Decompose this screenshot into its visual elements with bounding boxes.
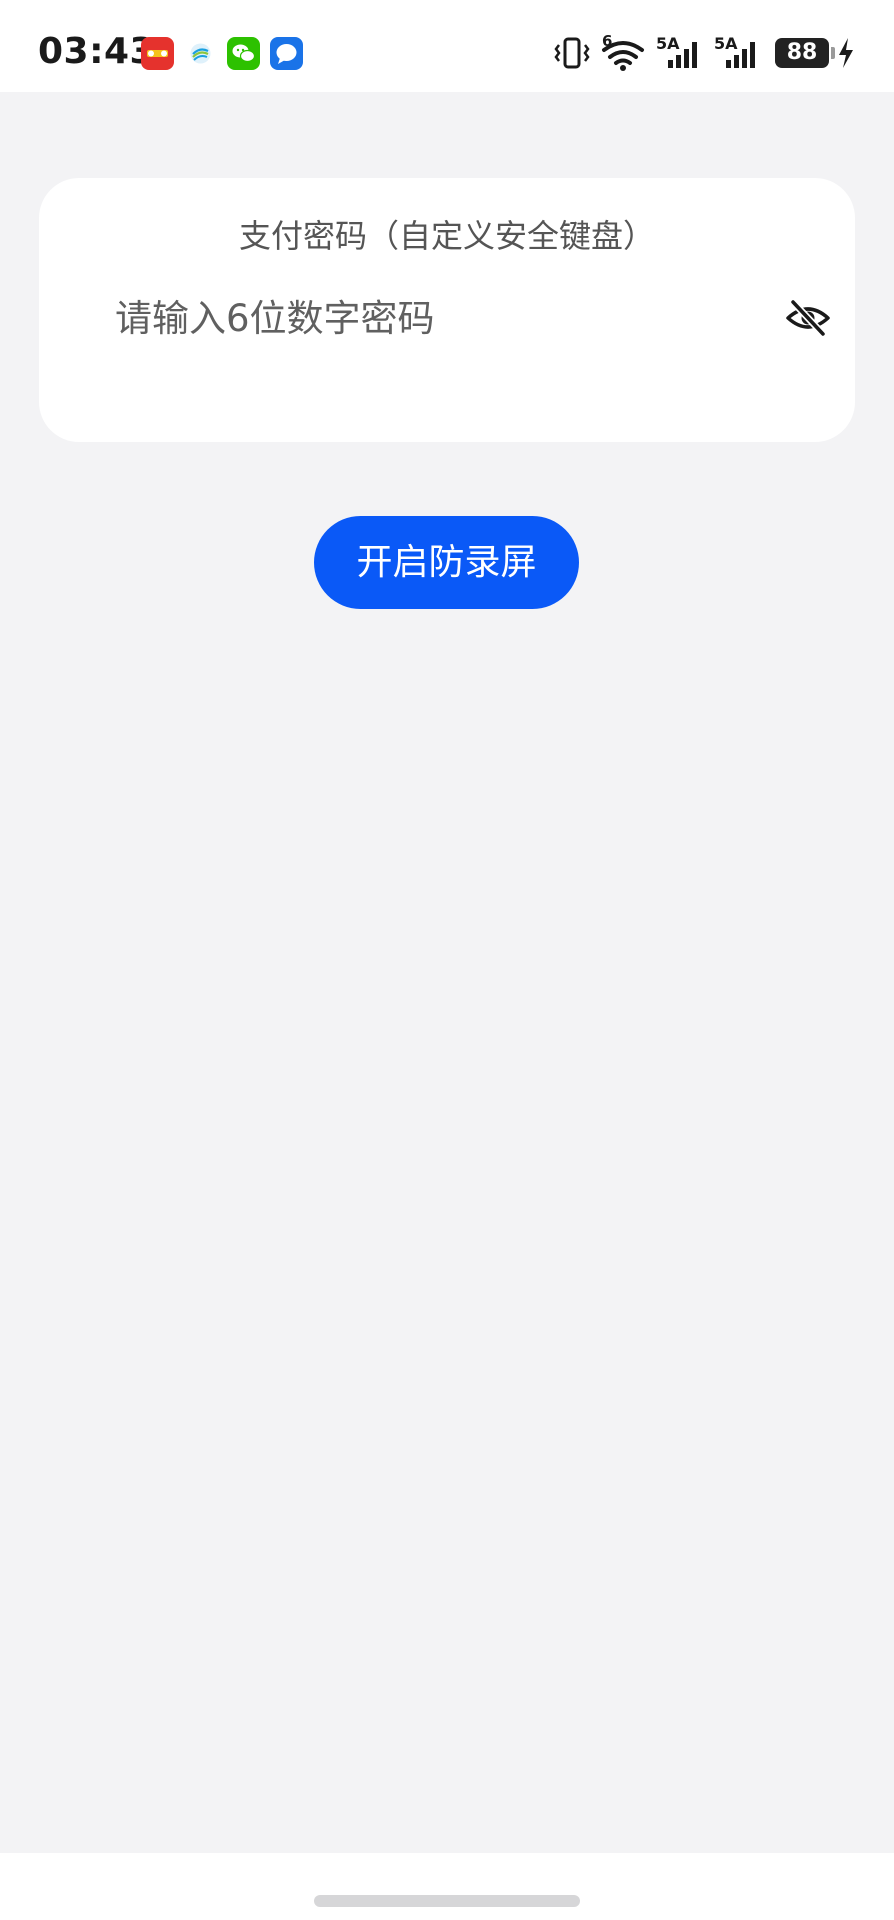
messages-icon: [270, 37, 303, 70]
wechat-icon: [227, 37, 260, 70]
charging-icon: [839, 38, 853, 68]
redbull-app-icon: [141, 37, 174, 70]
home-indicator[interactable]: [314, 1895, 580, 1907]
password-input[interactable]: [115, 290, 735, 346]
eye-off-icon[interactable]: [784, 294, 832, 342]
wifi-icon: [602, 41, 644, 71]
china-mobile-icon: [184, 37, 217, 70]
card-title: 支付密码（自定义安全键盘）: [238, 217, 655, 255]
navigation-bar: [0, 1853, 894, 1920]
signal-icon: [726, 42, 755, 68]
battery-icon: 88: [775, 38, 829, 68]
enable-anti-recording-button[interactable]: 开启防录屏: [314, 516, 579, 609]
signal-icon: [668, 42, 697, 68]
status-time: 03:43: [38, 31, 156, 72]
battery-tip: [831, 47, 835, 59]
payment-password-card: 支付密码（自定义安全键盘）: [39, 178, 855, 442]
status-bar: 03:43 6 5A 5A 88: [0, 0, 894, 92]
vibrate-icon: [554, 37, 590, 69]
